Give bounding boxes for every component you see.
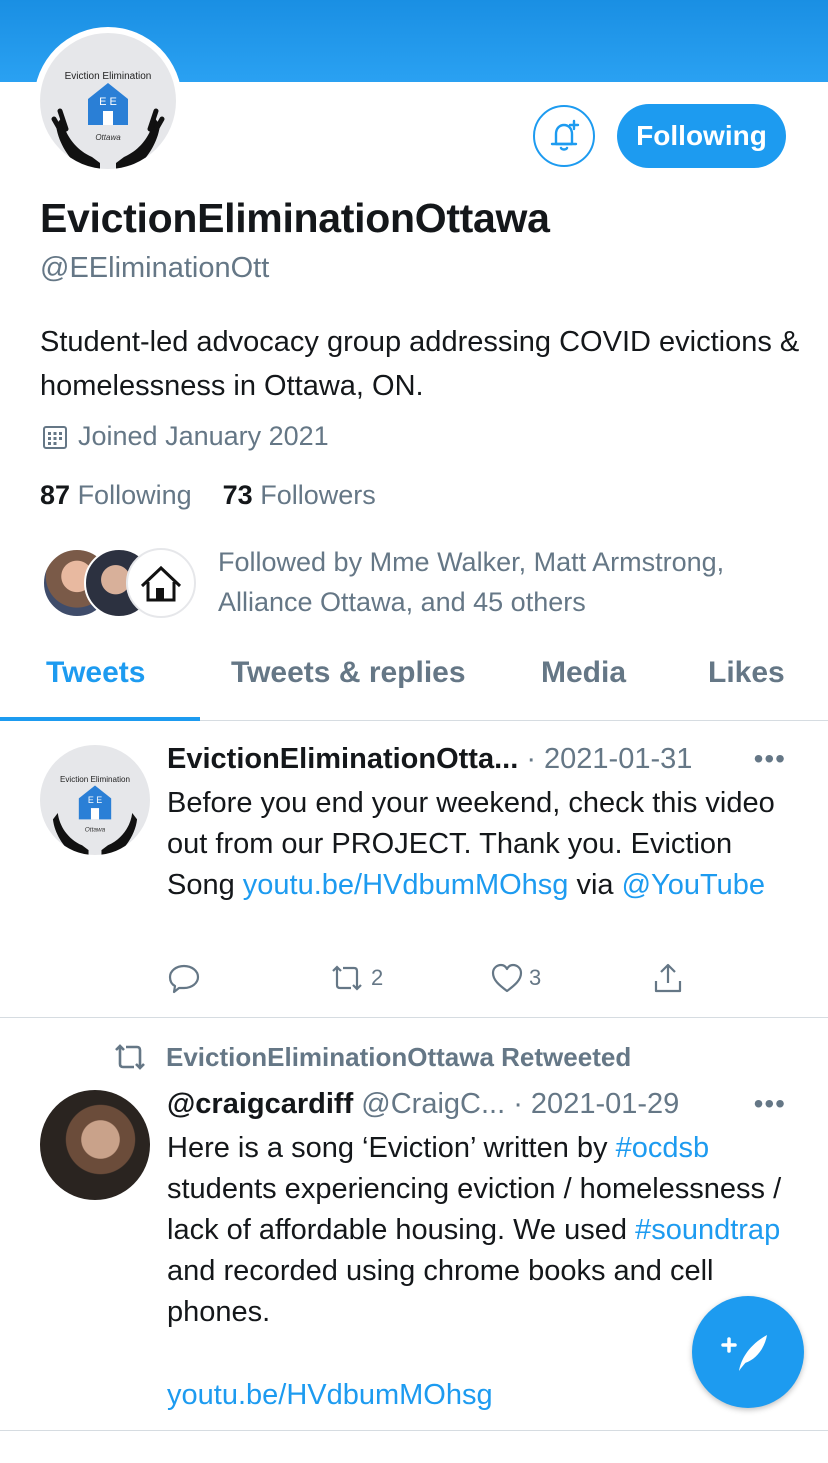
profile-avatar[interactable]: Eviction Elimination E E Ottawa — [34, 27, 182, 175]
calendar-icon — [43, 425, 67, 449]
hashtag-link[interactable]: #soundtrap — [635, 1214, 780, 1246]
svg-text:E E: E E — [99, 96, 117, 108]
tweet-header: EvictionEliminationOtta... · 2021-01-31 — [167, 743, 692, 776]
mention-link[interactable]: @YouTube — [622, 869, 765, 901]
like-icon — [491, 963, 523, 993]
reply-icon — [168, 964, 200, 994]
svg-text:E E: E E — [88, 795, 102, 805]
profile-tabs: Tweets Tweets & replies Media Likes — [0, 640, 828, 721]
hashtag-link[interactable]: #ocdsb — [616, 1132, 710, 1164]
eviction-elimination-logo: Eviction Elimination E E Ottawa — [40, 33, 176, 169]
tweet-author-avatar[interactable] — [40, 1090, 150, 1200]
tweet-author-handle[interactable]: @CraigC... — [361, 1088, 505, 1120]
retweet-button[interactable]: 2 — [327, 961, 383, 995]
retweeted-by-text[interactable]: EvictionEliminationOttawa Retweeted — [166, 1042, 631, 1073]
follow-counts: 87 Following 73 Followers — [40, 480, 376, 511]
profile-handle: @EEliminationOtt — [40, 252, 270, 284]
more-icon[interactable]: ••• — [754, 1088, 786, 1120]
following-button[interactable]: Following — [617, 104, 786, 168]
eviction-elimination-logo-small: Eviction Elimination E E Ottawa — [52, 775, 138, 855]
tweet-item[interactable]: Eviction Elimination E E Ottawa Eviction… — [0, 721, 828, 1018]
retweeted-indicator: EvictionEliminationOttawa Retweeted — [110, 1040, 631, 1074]
tab-bar-divider — [0, 1430, 828, 1431]
follower-avatar-3 — [126, 548, 196, 618]
followers-count-link[interactable]: 73 Followers — [223, 480, 376, 510]
tab-likes[interactable]: Likes — [708, 656, 785, 690]
retweet-count: 2 — [371, 965, 384, 990]
tab-media[interactable]: Media — [541, 656, 626, 690]
tab-tweets[interactable]: Tweets — [46, 656, 145, 690]
tab-tweets-and-replies[interactable]: Tweets & replies — [231, 656, 466, 690]
followed-by-text[interactable]: Followed by Mme Walker, Matt Armstrong, … — [218, 542, 798, 622]
tweet-header: @craigcardiff @CraigC... · 2021-01-29 — [167, 1088, 679, 1121]
like-button[interactable]: 3 — [489, 961, 541, 995]
tweet-text: Here is a song ‘Eviction’ written by #oc… — [167, 1132, 782, 1328]
svg-text:Ottawa: Ottawa — [85, 827, 106, 834]
tweet-date[interactable]: · 2021-01-31 — [526, 743, 692, 775]
retweet-icon — [115, 1044, 145, 1070]
joined-date: Joined January 2021 — [40, 421, 329, 452]
profile-bio: Student-led advocacy group addressing CO… — [40, 326, 800, 402]
like-count: 3 — [529, 965, 542, 990]
tweet-actions: 2 3 — [167, 961, 727, 1001]
more-icon[interactable]: ••• — [754, 743, 786, 775]
svg-text:Ottawa: Ottawa — [95, 133, 121, 142]
following-count-link[interactable]: 87 Following — [40, 480, 192, 510]
tweet-author-name[interactable]: @craigcardiff — [167, 1088, 353, 1120]
bell-plus-icon — [550, 119, 580, 151]
followed-by-avatars[interactable] — [42, 548, 202, 618]
retweet-icon — [332, 965, 362, 991]
svg-text:Eviction Elimination: Eviction Elimination — [60, 775, 130, 784]
share-icon — [654, 963, 682, 993]
compose-tweet-button[interactable] — [692, 1296, 804, 1408]
tweet-author-avatar[interactable]: Eviction Elimination E E Ottawa — [40, 745, 150, 855]
tweet-text: Before you end your weekend, check this … — [167, 787, 775, 901]
notifications-bell-button[interactable] — [533, 105, 595, 167]
svg-text:Eviction Elimination: Eviction Elimination — [65, 71, 152, 82]
tweet-author-name[interactable]: EvictionEliminationOtta... — [167, 743, 518, 775]
reply-button[interactable] — [167, 961, 201, 995]
share-button[interactable] — [651, 961, 685, 995]
joined-text: Joined January 2021 — [78, 421, 329, 451]
house-logo-icon — [140, 565, 182, 602]
compose-icon — [721, 1335, 767, 1371]
tweet-date[interactable]: · 2021-01-29 — [513, 1088, 679, 1120]
tweet-link[interactable]: youtu.be/HVdbumMOhsg — [243, 869, 569, 901]
profile-display-name: EvictionEliminationOttawa — [40, 195, 550, 241]
